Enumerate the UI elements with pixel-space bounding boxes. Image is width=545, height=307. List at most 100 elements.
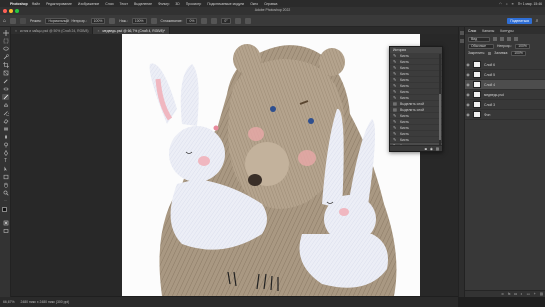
layer-row[interactable]: ◉ Слой 3 (465, 100, 545, 110)
visibility-eye-icon[interactable]: ◉ (465, 72, 471, 77)
menu-edit[interactable]: Редактирование (46, 2, 72, 6)
document-info[interactable]: 2480 пикс x 2480 пикс (300 ppi) (21, 300, 70, 304)
brush-settings-icon[interactable] (20, 17, 27, 24)
layer-row[interactable]: ◉ Слой 5 (465, 70, 545, 80)
color-swatches[interactable] (2, 207, 9, 216)
menu-3d[interactable]: 3D (175, 2, 179, 6)
layer-kind-filter[interactable]: Вид (468, 36, 490, 42)
angle-field[interactable]: 0° (221, 17, 231, 24)
home-icon[interactable]: ⌂ (3, 18, 6, 24)
layer-name[interactable]: Слой 6 (484, 63, 495, 67)
dodge-tool-icon[interactable] (2, 142, 9, 148)
share-button[interactable]: Поделиться (507, 18, 532, 24)
mask-icon[interactable]: ◘ (514, 292, 516, 296)
menu-type[interactable]: Текст (120, 2, 129, 6)
quick-mask-icon[interactable] (2, 220, 9, 226)
layer-name[interactable]: Слой 4 (484, 83, 495, 87)
healing-brush-tool-icon[interactable] (2, 86, 9, 92)
visibility-eye-icon[interactable]: ◉ (465, 82, 471, 87)
app-menu[interactable]: Photoshop (10, 2, 28, 6)
history-panel[interactable]: История ✎ Кисть ✎ Кисть ✎ Кисть ✎ Кисть ✎ Кисть ✎ К… (389, 46, 443, 152)
mode-select[interactable]: Нормальный (45, 17, 69, 24)
menu-file[interactable]: Файл (32, 2, 40, 6)
tab-layers[interactable]: Слои (468, 29, 476, 33)
tab-channels[interactable]: Каналы (482, 29, 494, 33)
link-icon[interactable]: ∞ (501, 292, 503, 296)
adjustment-icon[interactable]: ◐ (521, 292, 523, 296)
wifi-icon[interactable]: ◠ (499, 2, 502, 6)
menu-view[interactable]: Просмотр (186, 2, 202, 6)
pressure-opacity-icon[interactable] (109, 17, 116, 24)
history-scroll-thumb[interactable] (439, 94, 441, 140)
more-tools-icon[interactable]: ··· (2, 198, 9, 204)
move-tool-icon[interactable] (2, 30, 9, 36)
quick-select-tool-icon[interactable] (2, 54, 9, 60)
smoothing-field[interactable]: 0% (186, 17, 198, 24)
path-selection-tool-icon[interactable] (2, 166, 9, 172)
clone-stamp-tool-icon[interactable] (2, 102, 9, 108)
marquee-tool-icon[interactable] (2, 38, 9, 44)
search-icon[interactable]: ⌕ (534, 18, 540, 24)
layer-opacity-field[interactable]: 100% (515, 43, 530, 49)
eraser-tool-icon[interactable] (2, 118, 9, 124)
menu-help[interactable]: Справка (264, 2, 277, 6)
hand-tool-icon[interactable] (2, 182, 9, 188)
rectangle-tool-icon[interactable] (2, 174, 9, 180)
blur-tool-icon[interactable] (2, 134, 9, 140)
document-canvas[interactable] (122, 34, 420, 296)
fill-field[interactable]: 100% (511, 50, 526, 56)
symmetry-icon[interactable] (244, 17, 251, 24)
tab-document-2[interactable]: × медведь.psd @ 66,7% (Слой 4, RGB/8)* (93, 27, 170, 34)
control-center-icon[interactable]: ≡ (512, 2, 514, 6)
trash-icon[interactable]: ▥ (540, 292, 543, 296)
search-icon[interactable]: ⌕ (506, 2, 508, 6)
menu-select[interactable]: Выделение (134, 2, 152, 6)
frame-tool-icon[interactable] (2, 70, 9, 76)
layer-row[interactable]: ◉ Фон (465, 110, 545, 120)
airbrush-icon[interactable] (150, 17, 157, 24)
filter-type-icon[interactable] (507, 37, 511, 41)
folder-icon[interactable]: ▭ (527, 292, 530, 296)
pen-tool-icon[interactable] (2, 150, 9, 156)
new-layer-icon[interactable]: + (534, 292, 536, 296)
history-brush-tool-icon[interactable] (2, 110, 9, 116)
tab-document-1[interactable]: × котик и зайцы.psd @ 50% (Слой 24, RGB/… (11, 27, 94, 34)
history-scrollbar[interactable] (439, 54, 441, 146)
menu-filter[interactable]: Фильтр (158, 2, 169, 6)
layer-name[interactable]: медведь.psd (484, 93, 504, 97)
layer-name[interactable]: Слой 3 (484, 103, 495, 107)
tab-paths[interactable]: Контуры (500, 29, 513, 33)
crop-tool-icon[interactable] (2, 62, 9, 68)
close-tab-icon[interactable]: × (15, 29, 17, 33)
zoom-level[interactable]: 66,67% (3, 300, 15, 304)
screen-mode-icon[interactable] (2, 228, 9, 234)
visibility-eye-icon[interactable]: ◉ (465, 112, 471, 117)
opacity-field[interactable]: 100% (90, 17, 106, 24)
fx-icon[interactable]: fx (508, 292, 511, 296)
visibility-eye-icon[interactable]: ◉ (465, 62, 471, 67)
layer-row[interactable]: ◉ медведь.psd (465, 90, 545, 100)
lasso-tool-icon[interactable] (2, 46, 9, 52)
lock-icon[interactable] (488, 51, 492, 55)
brush-tool-icon[interactable] (2, 94, 9, 100)
menu-image[interactable]: Изображение (78, 2, 99, 6)
gradient-tool-icon[interactable] (2, 126, 9, 132)
type-tool-icon[interactable]: T (2, 158, 9, 164)
menu-window[interactable]: Окно (250, 2, 258, 6)
pressure-size-icon[interactable] (234, 17, 241, 24)
filter-adjustment-icon[interactable] (500, 37, 504, 41)
smoothing-options-icon[interactable] (201, 17, 208, 24)
zoom-tool-icon[interactable] (2, 190, 9, 196)
camera-icon[interactable]: ◉ (430, 147, 433, 151)
blend-mode-select[interactable]: Обычные (468, 43, 494, 49)
brush-preset-icon[interactable] (10, 17, 17, 24)
layer-row[interactable]: ◉ Слой 4 (465, 80, 545, 90)
filter-pixel-icon[interactable] (493, 37, 497, 41)
layer-name[interactable]: Слой 5 (484, 73, 495, 77)
menu-plugins[interactable]: Подключаемые модули (207, 2, 244, 6)
layer-name[interactable]: Фон (484, 113, 490, 117)
filter-shape-icon[interactable] (514, 37, 518, 41)
close-tab-icon[interactable]: × (97, 29, 99, 33)
eyedropper-tool-icon[interactable] (2, 78, 9, 84)
trash-icon[interactable]: ▥ (436, 147, 439, 151)
